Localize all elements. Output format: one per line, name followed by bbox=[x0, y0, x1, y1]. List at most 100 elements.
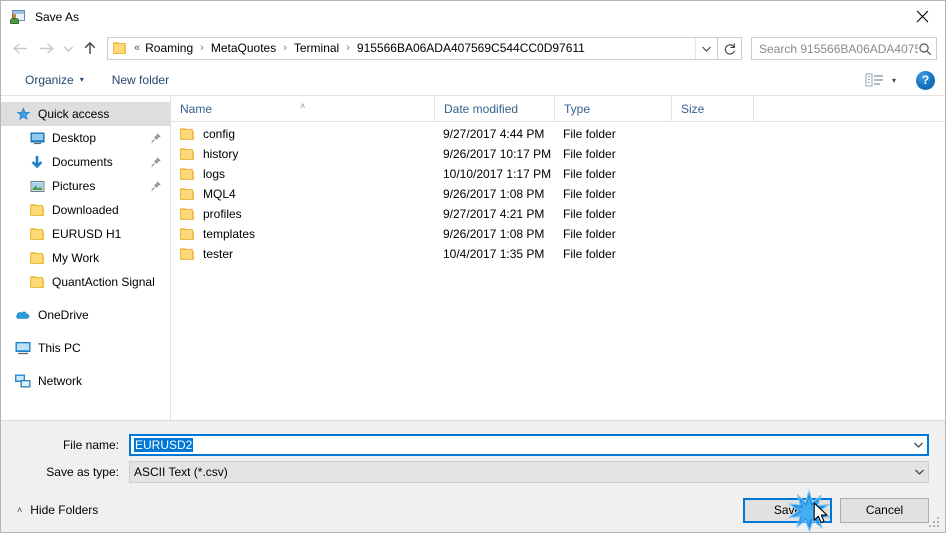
breadcrumb-separator[interactable]: › bbox=[278, 38, 292, 59]
sidebar-item-this-pc[interactable]: This PC bbox=[1, 336, 170, 360]
forward-arrow-icon bbox=[39, 43, 54, 54]
search-input[interactable]: Search 915566BA06ADA40756... bbox=[751, 37, 937, 60]
help-label: ? bbox=[921, 73, 930, 87]
refresh-button[interactable] bbox=[718, 37, 742, 60]
sidebar-item-onedrive[interactable]: OneDrive bbox=[1, 303, 170, 327]
folder-icon bbox=[180, 207, 195, 221]
back-button[interactable] bbox=[7, 37, 33, 61]
change-view-button[interactable] bbox=[864, 71, 886, 89]
sidebar-item-downloaded[interactable]: Downloaded bbox=[1, 198, 170, 222]
chevron-down-icon bbox=[702, 46, 711, 52]
file-name-cell: profiles bbox=[171, 207, 434, 221]
save-as-dialog: Save As « Roaming › MetaQuotes › Termina… bbox=[0, 0, 946, 533]
table-row[interactable]: templates 9/26/2017 1:08 PM File folder bbox=[171, 224, 945, 244]
up-one-level-button[interactable] bbox=[77, 37, 103, 61]
help-button[interactable]: ? bbox=[916, 70, 935, 90]
table-row[interactable]: profiles 9/27/2017 4:21 PM File folder bbox=[171, 204, 945, 224]
sidebar-item-label: My Work bbox=[52, 251, 100, 265]
breadcrumb-terminal-id[interactable]: 915566BA06ADA407569C544CC0D97611 bbox=[355, 38, 587, 59]
sidebar-item-documents[interactable]: Documents bbox=[1, 150, 170, 174]
table-row[interactable]: logs 10/10/2017 1:17 PM File folder bbox=[171, 164, 945, 184]
file-date: 9/27/2017 4:21 PM bbox=[443, 207, 545, 221]
cancel-button[interactable]: Cancel bbox=[840, 497, 929, 523]
sidebar-item-quantaction-signal[interactable]: QuantAction Signal bbox=[1, 270, 170, 294]
column-header-row: Name ˄ Date modified Type Size bbox=[171, 95, 945, 122]
column-label: Size bbox=[681, 101, 705, 116]
sort-ascending-icon: ˄ bbox=[300, 100, 306, 111]
sidebar-item-label: Documents bbox=[52, 155, 113, 169]
pin-icon[interactable] bbox=[150, 156, 162, 168]
pin-icon[interactable] bbox=[150, 132, 162, 144]
save-as-type-dropdown-button[interactable] bbox=[911, 462, 928, 482]
file-date: 10/4/2017 1:35 PM bbox=[443, 247, 545, 261]
sidebar-item-label: OneDrive bbox=[38, 308, 89, 322]
file-type: File folder bbox=[563, 247, 616, 261]
breadcrumb-separator[interactable]: › bbox=[341, 38, 355, 59]
folder-icon bbox=[29, 202, 45, 218]
chevron-down-icon[interactable]: ▾ bbox=[892, 76, 896, 85]
chevron-up-icon: ˄ bbox=[17, 505, 23, 515]
save-as-type-label: Save as type: bbox=[46, 464, 119, 479]
column-header-size[interactable]: Size bbox=[671, 95, 753, 122]
dialog-buttons: Save Cancel bbox=[743, 497, 929, 523]
forward-button[interactable] bbox=[33, 37, 59, 61]
breadcrumb-separator[interactable]: › bbox=[195, 38, 209, 59]
chevron-down-icon bbox=[915, 469, 924, 475]
table-row[interactable]: MQL4 9/26/2017 1:08 PM File folder bbox=[171, 184, 945, 204]
sidebar-item-quick-access[interactable]: Quick access bbox=[1, 102, 170, 126]
hide-folders-button[interactable]: ˄ Hide Folders bbox=[11, 503, 98, 517]
chevron-down-icon bbox=[63, 46, 73, 52]
sidebar-item-label: Downloaded bbox=[52, 203, 119, 217]
sidebar-item-label: EURUSD H1 bbox=[52, 227, 122, 241]
close-button[interactable] bbox=[899, 1, 945, 31]
file-name: MQL4 bbox=[203, 187, 236, 201]
sidebar-item-eurusd-h1[interactable]: EURUSD H1 bbox=[1, 222, 170, 246]
folder-icon bbox=[180, 187, 195, 201]
folder-icon bbox=[180, 147, 195, 161]
breadcrumb-metaquotes[interactable]: MetaQuotes bbox=[209, 38, 278, 59]
file-list-pane: Name ˄ Date modified Type Size config 9/… bbox=[171, 95, 945, 420]
column-label: Name bbox=[180, 101, 213, 116]
save-button[interactable]: Save bbox=[743, 497, 832, 523]
pin-icon[interactable] bbox=[150, 180, 162, 192]
window-title: Save As bbox=[35, 9, 80, 24]
file-type: File folder bbox=[563, 147, 616, 161]
command-toolbar: Organize ▾ New folder ▾ ? bbox=[1, 65, 945, 96]
table-row[interactable]: tester 10/4/2017 1:35 PM File folder bbox=[171, 244, 945, 264]
new-folder-button[interactable]: New folder bbox=[104, 69, 177, 91]
address-bar[interactable]: « Roaming › MetaQuotes › Terminal › 9155… bbox=[107, 37, 718, 60]
save-as-type-row: Save as type: ASCII Text (*.csv) bbox=[17, 460, 929, 483]
sidebar-item-pictures[interactable]: Pictures bbox=[1, 174, 170, 198]
computer-icon bbox=[15, 340, 31, 356]
download-arrow-icon bbox=[29, 154, 45, 170]
file-name-dropdown-button[interactable] bbox=[910, 436, 927, 454]
file-type: File folder bbox=[563, 207, 616, 221]
address-prefix[interactable]: « bbox=[132, 38, 143, 59]
organize-button[interactable]: Organize ▾ bbox=[17, 69, 92, 91]
file-name-cell: tester bbox=[171, 247, 434, 261]
file-name: templates bbox=[203, 227, 256, 241]
new-folder-label: New folder bbox=[111, 73, 170, 87]
column-header-name[interactable]: Name ˄ bbox=[171, 96, 434, 122]
column-header-date-modified[interactable]: Date modified bbox=[434, 95, 554, 122]
save-as-type-select[interactable]: ASCII Text (*.csv) bbox=[129, 460, 929, 483]
resize-grip-icon[interactable] bbox=[929, 517, 942, 530]
sidebar-item-desktop[interactable]: Desktop bbox=[1, 126, 170, 150]
column-header-type[interactable]: Type bbox=[554, 95, 671, 122]
table-row[interactable]: config 9/27/2017 4:44 PM File folder bbox=[171, 124, 945, 144]
sidebar-item-my-work[interactable]: My Work bbox=[1, 246, 170, 270]
file-name-input[interactable]: EURUSD2 bbox=[129, 433, 929, 456]
sidebar-item-label: Pictures bbox=[52, 179, 96, 193]
file-name-cell: templates bbox=[171, 227, 434, 241]
address-dropdown-button[interactable] bbox=[695, 38, 717, 59]
breadcrumb-roaming[interactable]: Roaming bbox=[143, 38, 195, 59]
table-row[interactable]: history 9/26/2017 10:17 PM File folder bbox=[171, 144, 945, 164]
breadcrumb-terminal[interactable]: Terminal bbox=[292, 38, 341, 59]
search-icon bbox=[919, 42, 932, 55]
folder-icon bbox=[29, 226, 45, 242]
recent-locations-button[interactable] bbox=[59, 37, 77, 61]
sidebar-item-network[interactable]: Network bbox=[1, 369, 170, 393]
dialog-body: Quick access Desktop Documents Pictures … bbox=[1, 95, 945, 420]
